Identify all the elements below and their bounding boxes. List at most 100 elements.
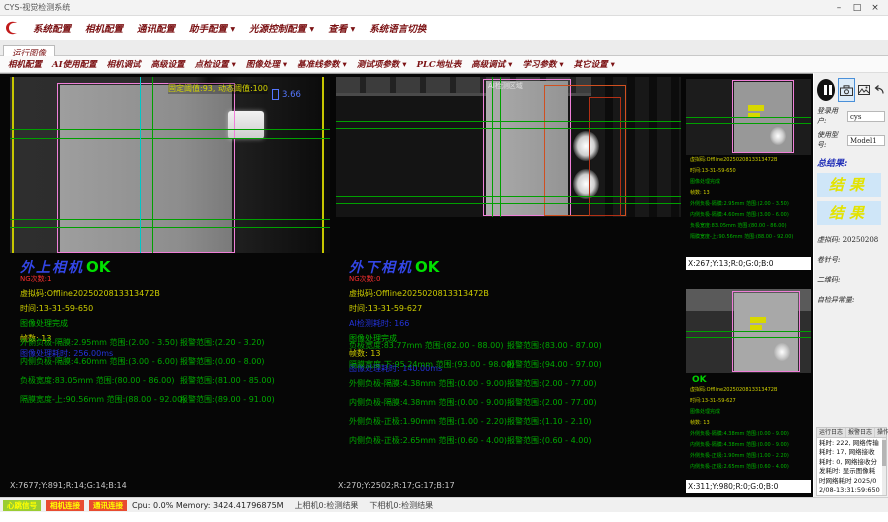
process-done-line: 图像处理完成 <box>20 318 340 329</box>
camera-icon <box>840 85 853 96</box>
measure-vline-green <box>500 77 501 217</box>
virtual-code-value: 20250208 <box>843 236 879 244</box>
camera-view-outer-lower[interactable]: AI检测区域 <box>336 77 681 217</box>
toolbar-item[interactable]: 其它设置 ▾ <box>574 58 615 70</box>
alarm-range: 报警范围:(2.00 - 77.00) <box>507 378 597 389</box>
barcode-line: 虚拟码:Offline2025020813313472B <box>690 155 811 166</box>
pause-button[interactable] <box>817 79 835 101</box>
barcode-line: 虚拟码:Offline2025020813313472B <box>20 288 340 299</box>
toolbar-item[interactable]: 学习参数 ▾ <box>522 58 563 70</box>
menu-item[interactable]: 通讯配置 <box>130 21 182 35</box>
upper-camera-result-link[interactable]: 上相机0:检测结果 <box>295 500 359 511</box>
measurement-value: 隔膜宽度-上:90.56mm 范围:(88.00 - 92.00) <box>20 394 185 405</box>
measure-line-green <box>686 331 811 332</box>
maximize-button[interactable]: □ <box>848 3 866 13</box>
ai-region-label: AI检测区域 <box>488 81 523 91</box>
menu-items: 系统配置相机配置通讯配置助手配置 ▾光源控制配置 ▾查看 ▾系统语言切换 <box>26 21 433 35</box>
toolbar-item[interactable]: 相机调试 <box>107 58 141 70</box>
measurement-row: 外侧负极-正极:1.90mm 范围:(1.00 - 2.20) 报警范围:(1.… <box>349 416 684 435</box>
app-logo-icon <box>4 20 20 36</box>
login-user-field[interactable]: cys <box>847 111 885 122</box>
measurement-line: 外侧负极-正极:1.90mm 范围:(1.00 - 2.20) <box>690 451 811 462</box>
model-label: 使用型号: <box>817 130 845 150</box>
alarm-range: 报警范围:(89.00 - 91.00) <box>180 394 275 405</box>
needle-number-label: 卷针号: <box>817 255 885 265</box>
login-user-label: 登录用户: <box>817 106 845 126</box>
measurement-row: 外侧负极-隔膜:4.38mm 范围:(0.00 - 9.00) 报警范围:(2.… <box>349 378 684 397</box>
measurement-value: 隔膜宽度-下:95.24mm 范围:(93.00 - 98.00) <box>349 359 514 370</box>
measure-line-green <box>10 227 330 228</box>
log-tabs: 运行日志报警日志操作日志 <box>816 427 887 438</box>
log-scrollbar[interactable] <box>882 438 886 495</box>
toolbar-item[interactable]: 测试项参数 ▾ <box>357 58 407 70</box>
toolbar-item[interactable]: 点检设置 ▾ <box>195 58 236 70</box>
measure-vline-cyan <box>140 77 141 253</box>
measure-vline-green <box>152 77 153 253</box>
camera-view-outer-upper[interactable]: 固定阈值:93, 动态阈值:100 3.66 <box>10 77 330 253</box>
app-window: CYS-视觉检测系统 – □ × 系统配置相机配置通讯配置助手配置 ▾光源控制配… <box>0 0 888 522</box>
measurement-value: 内侧负极-隔膜:4.38mm 范围:(0.00 - 9.00) <box>349 397 507 408</box>
menu-item[interactable]: 光源控制配置 ▾ <box>242 21 321 35</box>
toolbar-item[interactable]: 基准线参数 ▾ <box>297 58 347 70</box>
lower-camera-result-link[interactable]: 下相机0:检测结果 <box>369 500 433 511</box>
measurement-line: 外侧负极-隔膜:4.38mm 范围:(0.00 - 9.00) <box>690 429 811 440</box>
toolbar-item[interactable]: AI使用配置 <box>52 58 97 70</box>
window-title: CYS-视觉检测系统 <box>4 2 70 13</box>
measurement-line: 内侧负极-隔膜:4.38mm 范围:(0.00 - 9.00) <box>690 440 811 451</box>
measurement-line: 外侧负极-隔膜:2.95mm 范围:(2.00 - 3.50) <box>690 199 811 210</box>
yellow-label-chip <box>750 317 766 323</box>
total-result-label: 总结果: <box>817 156 885 169</box>
small-image-bottom <box>686 289 811 373</box>
log-tab[interactable]: 报警日志 <box>846 428 875 437</box>
pixel-coords-outer-lower: X:270;Y:2502;R:17;G:17;B:17 <box>338 481 455 490</box>
measure-line-green <box>336 121 681 122</box>
camera-capture-button[interactable] <box>838 78 855 102</box>
measurement-value: 内侧负极-隔膜:4.60mm 范围:(3.00 - 6.00) <box>20 356 178 367</box>
measurement-line: 内侧负极-正极:2.65mm 范围:(0.60 - 4.00) <box>690 462 811 473</box>
heartbeat-status-badge: 心跳信号 <box>3 500 41 511</box>
log-text: 耗时: 222, 网络传输耗时: 17, 网络接收耗时: 0, 网络接收分发耗时… <box>819 439 880 496</box>
measurement-row: 内侧负极-正极:2.65mm 范围:(0.60 - 4.00) 报警范围:(0.… <box>349 435 684 454</box>
bottom-margin <box>0 512 888 522</box>
bright-spot <box>770 127 786 145</box>
small-camera-view-top[interactable]: 虚拟码:Offline2025020813313472B 时间:13-31-59… <box>686 75 811 271</box>
measurement-line: 负极宽度:83.05mm 范围:(80.00 - 86.00) <box>690 221 811 232</box>
measure-line-green <box>336 196 681 197</box>
menu-item[interactable]: 查看 ▾ <box>321 21 362 35</box>
measure-line-green <box>336 203 681 204</box>
ai-time-line: AI检测耗时: 166 <box>349 318 669 329</box>
undo-arrow-icon[interactable] <box>873 85 885 95</box>
virtual-code-row: 虚拟码: 20250208 <box>817 235 885 245</box>
measure-line-green <box>10 138 330 139</box>
scrollbar-thumb[interactable] <box>882 440 886 466</box>
menu-item[interactable]: 系统配置 <box>26 21 78 35</box>
log-body[interactable]: 耗时: 222, 网络传输耗时: 17, 网络接收耗时: 0, 网络接收分发耗时… <box>816 438 887 496</box>
comm-connect-badge: 通讯连接 <box>89 500 127 511</box>
measure-line-green <box>686 117 811 118</box>
model-field[interactable]: Model1 <box>847 135 885 146</box>
toolbar-item[interactable]: 图像处理 ▾ <box>246 58 287 70</box>
control-sidebar: 登录用户: cys 使用型号: Model1 总结果: 结果 结果 虚拟码: 2… <box>813 73 888 497</box>
toolbar-item[interactable]: PLC地址表 <box>417 58 462 70</box>
menu-item[interactable]: 相机配置 <box>78 21 130 35</box>
log-tab[interactable]: 运行日志 <box>817 428 846 437</box>
measurement-row: 隔膜宽度-下:95.24mm 范围:(93.00 - 98.00) 报警范围:(… <box>349 359 684 378</box>
process-done-line: 图像处理完成 <box>690 177 811 188</box>
alarm-range: 报警范围:(0.60 - 4.00) <box>507 435 592 446</box>
small-camera-view-bottom[interactable]: OK 虚拟码:Offline2025020813313472B 时间:13-31… <box>686 273 811 494</box>
window-controls: – □ × <box>830 3 884 13</box>
image-icon[interactable] <box>858 85 870 95</box>
measurement-row: 隔膜宽度-上:90.56mm 范围:(88.00 - 92.00) 报警范围:(… <box>20 394 355 413</box>
toolbar-item[interactable]: 高级调试 ▾ <box>471 58 512 70</box>
pixel-coords-small-top: X:267;Y:13;R:0;G:0;B:0 <box>686 257 811 270</box>
measure-line-green <box>10 219 330 220</box>
toolbar-item[interactable]: 相机配置 <box>8 58 42 70</box>
menu-item[interactable]: 系统语言切换 <box>362 21 433 35</box>
menu-item[interactable]: 助手配置 ▾ <box>182 21 242 35</box>
toolbar-item[interactable]: 高级设置 <box>151 58 185 70</box>
minimize-button[interactable]: – <box>830 3 848 13</box>
close-button[interactable]: × <box>866 3 884 13</box>
measurement-row: 外侧负极-隔膜:2.95mm 范围:(2.00 - 3.50) 报警范围:(2.… <box>20 337 355 356</box>
log-tab[interactable]: 操作日志 <box>875 428 888 437</box>
measurement-row: 内侧负极-隔膜:4.60mm 范围:(3.00 - 6.00) 报警范围:(0.… <box>20 356 355 375</box>
